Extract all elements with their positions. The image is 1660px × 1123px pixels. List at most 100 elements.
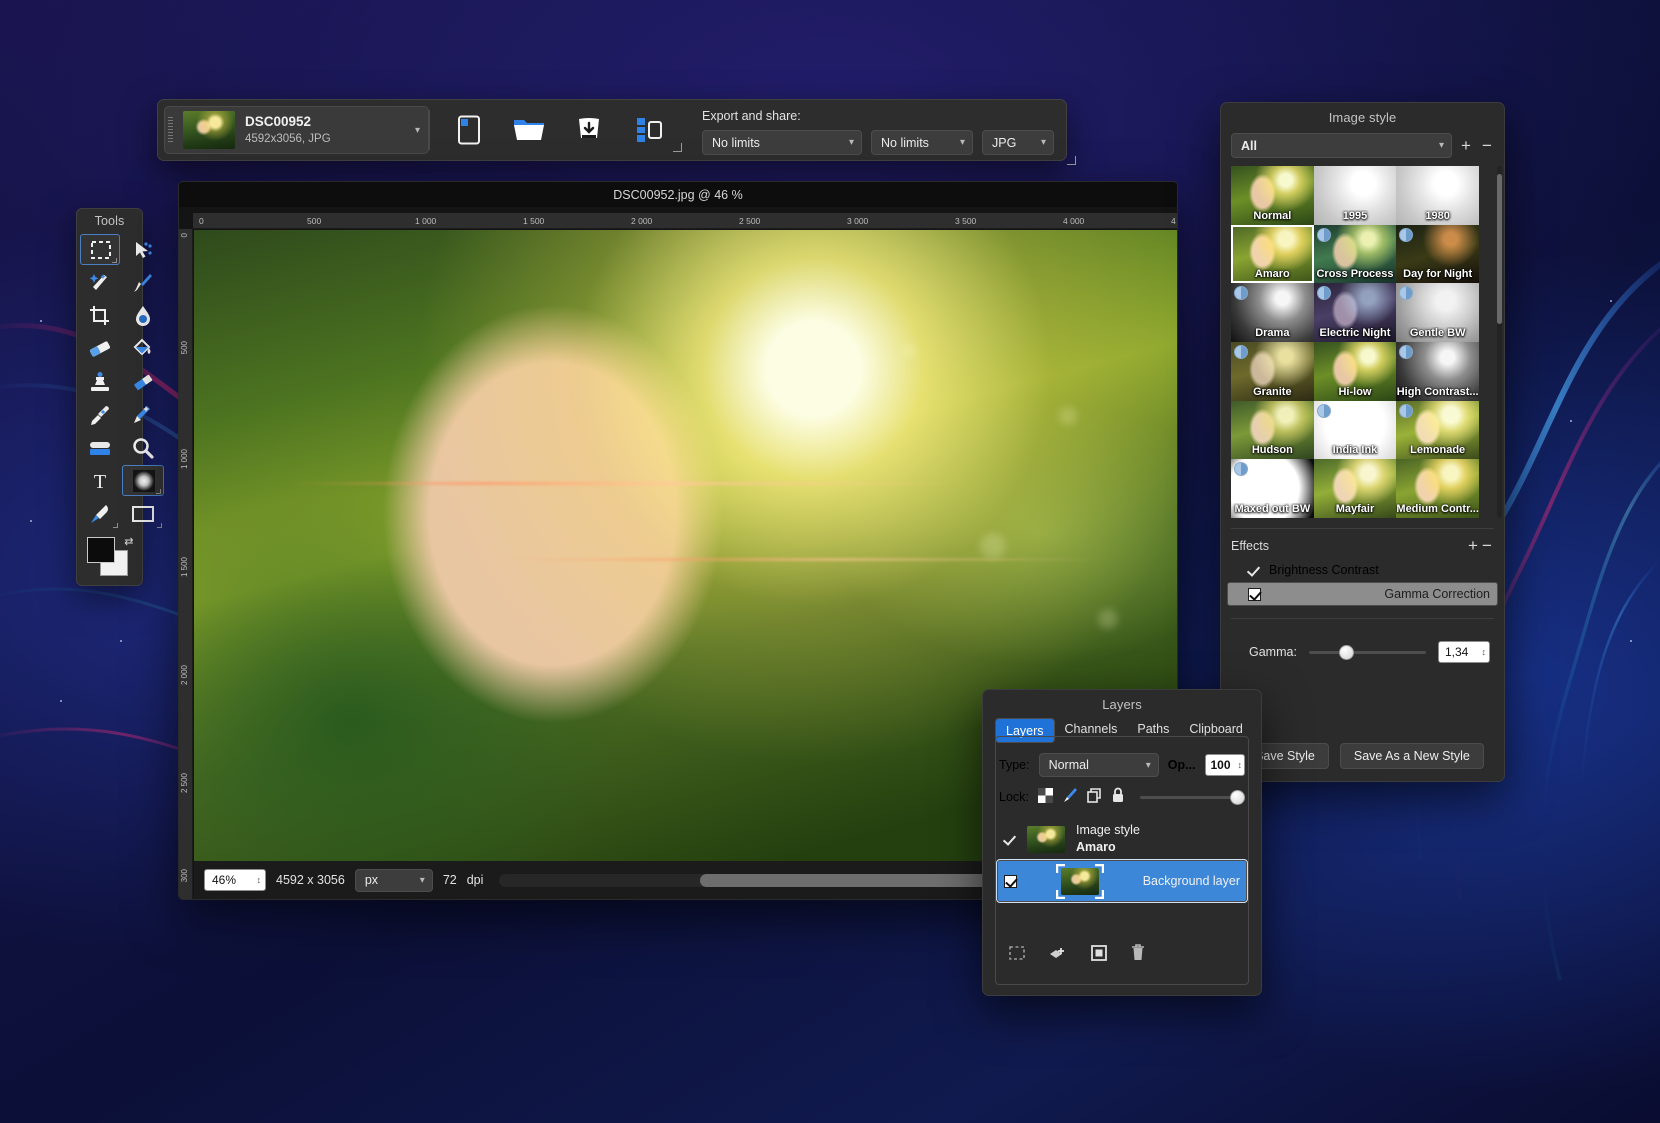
color-replace-tool[interactable] [122,399,164,430]
shape-rectangle-tool[interactable] [122,498,164,529]
open-folder-icon[interactable] [512,114,546,146]
lock-transparency-icon[interactable] [1038,788,1053,806]
add-layer-icon[interactable] [1049,945,1067,966]
zoom-tool[interactable] [122,432,164,463]
export-quality-select[interactable]: No limits ▾ [871,130,973,155]
layer-image-style[interactable]: Image style Amaro [997,818,1247,860]
foreground-color-swatch[interactable] [87,537,115,563]
layer-subtitle: Amaro [1076,840,1116,854]
save-download-icon[interactable] [572,114,606,146]
paint-bucket-tool[interactable] [122,333,164,364]
style-filter-select[interactable]: All ▾ [1231,133,1452,158]
blur-drop-tool[interactable] [122,300,164,331]
style-preset-granite[interactable]: Granite [1231,342,1314,401]
plus-icon[interactable]: + [1466,537,1480,554]
checkmark-icon[interactable] [1247,564,1260,577]
effect-row-brightness-contrast[interactable]: Brightness Contrast [1227,558,1498,582]
opacity-input[interactable]: 100 ↕ [1205,754,1246,776]
style-preset-electric-night[interactable]: Electric Night [1314,283,1397,342]
gamma-slider[interactable] [1309,645,1426,659]
style-preset-normal[interactable]: Normal [1231,166,1314,225]
lock-paint-icon[interactable] [1062,787,1078,806]
effect-row-gamma-correction[interactable]: Gamma Correction [1227,582,1498,606]
gradient-tool[interactable] [80,432,120,463]
layer-background[interactable]: Background layer [997,860,1247,902]
swap-colors-icon[interactable]: ⇄ [124,535,133,548]
export-size-select[interactable]: No limits ▾ [702,130,862,155]
style-preset-amaro[interactable]: Amaro [1231,225,1314,284]
checkbox-icon[interactable] [1004,875,1017,888]
batch-share-icon[interactable] [632,114,666,146]
unit-select[interactable]: px ▾ [355,869,433,892]
foreground-background-swatches[interactable]: ⇄ [87,537,133,577]
style-preset-label: Hudson [1231,444,1314,456]
style-preset-maxed-out-bw[interactable]: Maxed out BW [1231,459,1314,518]
resize-corner-icon[interactable] [1067,156,1076,165]
blend-type-select[interactable]: Normal ▾ [1039,753,1159,777]
resize-corner-icon[interactable] [673,143,682,152]
image-style-panel: Image style All ▾ + − Normal19951980Amar… [1220,102,1505,782]
style-preset-mayfair[interactable]: Mayfair [1314,459,1397,518]
style-preset-india-ink[interactable]: India Ink [1314,401,1397,460]
stepper-icon[interactable]: ↕ [257,875,262,885]
style-preset-lemonade[interactable]: Lemonade [1396,401,1479,460]
style-preset-day-for-night[interactable]: Day for Night [1396,225,1479,284]
tab-paths[interactable]: Paths [1127,718,1179,743]
style-preset-high-contrast[interactable]: High Contrast... [1396,342,1479,401]
delete-layer-icon[interactable] [1131,944,1145,966]
clone-stamp-tool[interactable] [80,366,120,397]
style-preset-hi-low[interactable]: Hi-low [1314,342,1397,401]
style-preset-label: Drama [1231,327,1314,339]
slider-knob[interactable] [1230,790,1245,805]
slider-knob[interactable] [1339,645,1354,660]
stepper-icon[interactable]: ↕ [1482,647,1487,657]
eyedropper-tool[interactable] [80,399,120,430]
style-preset-medium-contr[interactable]: Medium Contr... [1396,459,1479,518]
gamma-value-input[interactable]: 1,34 ↕ [1438,641,1490,663]
lock-all-icon[interactable] [1111,787,1125,806]
rectangular-marquee-tool[interactable] [80,234,120,265]
stepper-icon[interactable]: ↕ [1238,760,1243,770]
minus-icon[interactable]: − [1480,537,1494,554]
move-tool[interactable] [122,234,164,265]
new-document-icon[interactable] [452,114,486,146]
chevron-down-icon[interactable]: ▾ [415,125,420,136]
ruler-tick: 2 500 [739,216,760,226]
export-format-select[interactable]: JPG ▾ [982,130,1054,155]
text-tool[interactable]: T [80,465,120,496]
zoom-level-input[interactable]: 46% ↕ [204,869,266,891]
document-selector[interactable]: DSC00952 4592x3056, JPG ▾ [164,106,429,154]
layer-title: Background layer [1143,873,1240,890]
paintbrush-tool[interactable] [122,267,164,298]
minus-icon[interactable]: − [1480,137,1494,154]
drag-grip[interactable] [168,117,173,143]
crop-tool[interactable] [80,300,120,331]
style-preset-cross-process[interactable]: Cross Process [1314,225,1397,284]
style-preset-drama[interactable]: Drama [1231,283,1314,342]
lock-position-icon[interactable] [1087,788,1102,806]
style-preset-hudson[interactable]: Hudson [1231,401,1314,460]
tab-layers[interactable]: Layers [995,718,1055,743]
style-preset-gentle-bw[interactable]: Gentle BW [1396,283,1479,342]
dpi-label: dpi [467,873,484,887]
style-preset-1995[interactable]: 1995 [1314,166,1397,225]
duplicate-layer-icon[interactable] [1091,945,1107,966]
tab-channels[interactable]: Channels [1055,718,1128,743]
style-preset-label: Cross Process [1314,268,1397,280]
plus-icon[interactable]: + [1459,137,1473,154]
patch-tool[interactable] [122,366,164,397]
style-grid-scrollbar[interactable] [1497,166,1502,518]
magic-wand-tool[interactable] [80,267,120,298]
soft-brush-tool[interactable] [122,465,164,496]
save-as-new-style-button[interactable]: Save As a New Style [1340,743,1484,769]
select-all-icon[interactable] [1009,946,1025,965]
pen-tool[interactable] [80,498,120,529]
checkmark-icon[interactable] [1003,833,1016,846]
layer-opacity-slider[interactable] [1140,790,1245,804]
tab-clipboard[interactable]: Clipboard [1179,718,1253,743]
effect-label: Brightness Contrast [1269,563,1379,577]
checkbox-icon[interactable] [1248,588,1261,601]
eraser-tool[interactable] [80,333,120,364]
tools-palette: Tools [76,208,143,586]
style-preset-1980[interactable]: 1980 [1396,166,1479,225]
